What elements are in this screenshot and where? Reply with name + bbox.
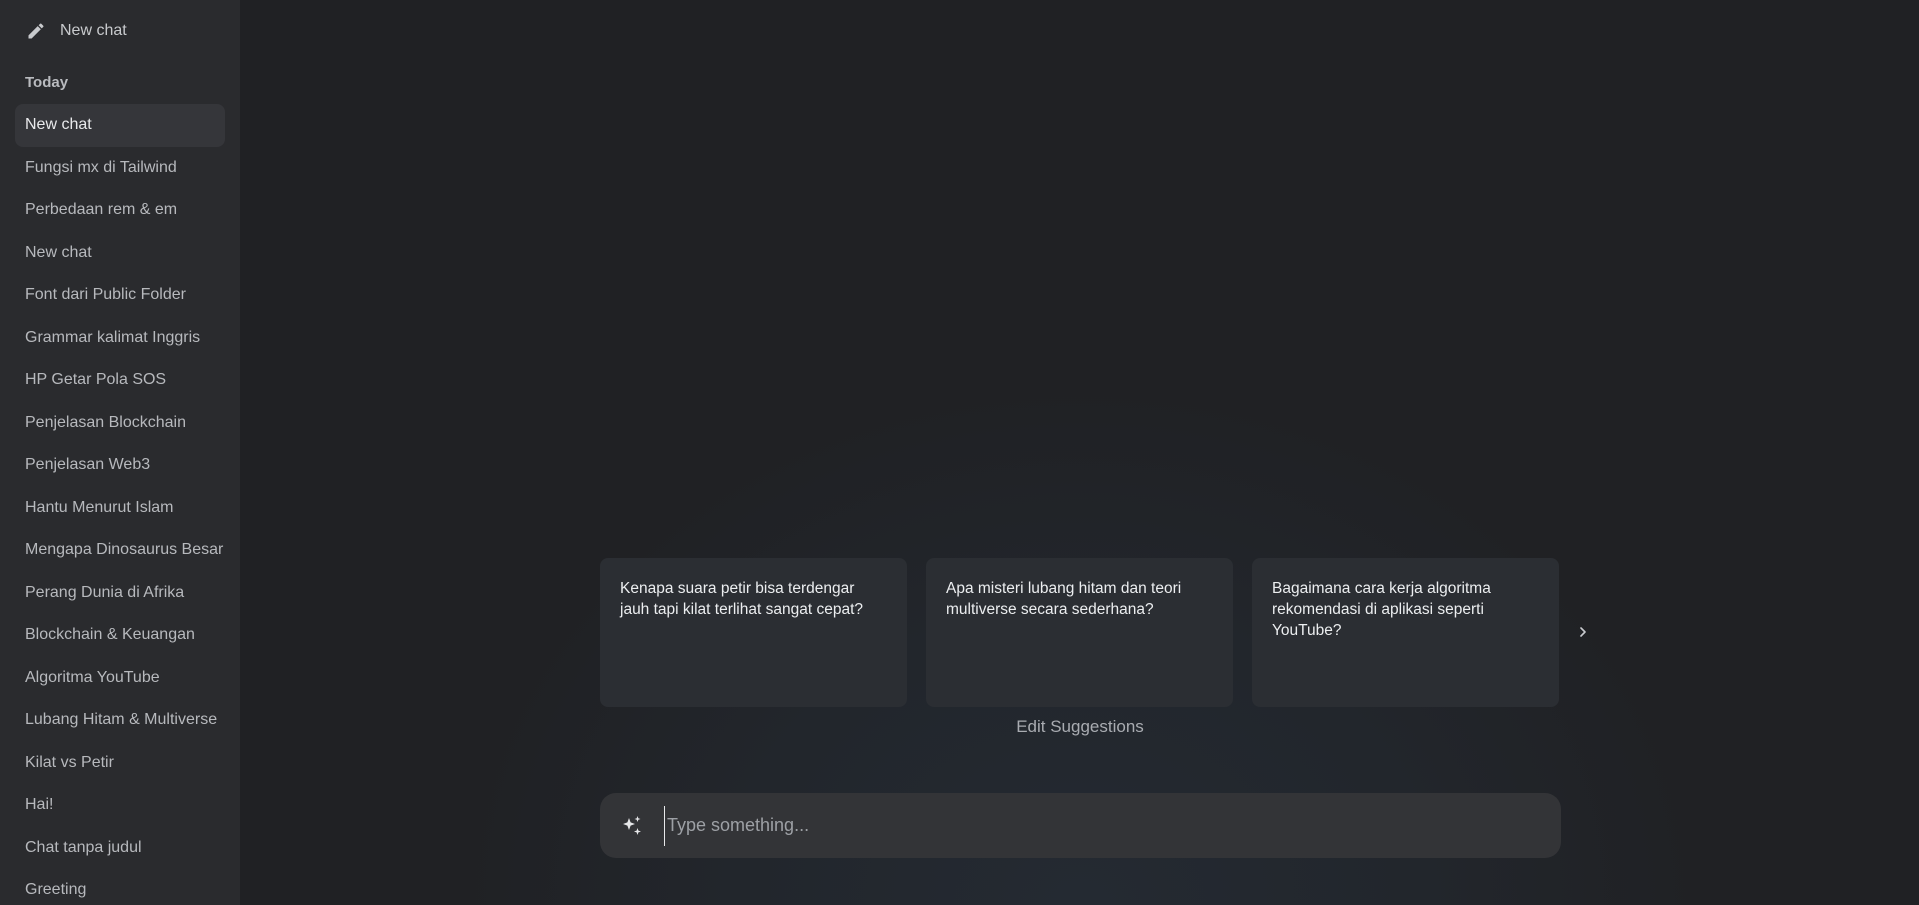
chevron-right-icon [1580, 627, 1586, 637]
suggestion-card[interactable]: Kenapa suara petir bisa terdengar jauh t… [600, 558, 907, 707]
new-chat-button[interactable]: New chat [0, 0, 240, 62]
sidebar-chat-item[interactable]: Blockchain & Keuangan [15, 614, 225, 657]
pencil-icon [28, 23, 44, 39]
sidebar-chat-item-label: Hantu Menurut Islam [25, 498, 174, 516]
main-area: Kenapa suara petir bisa terdengar jauh t… [240, 0, 1919, 905]
sidebar-chat-item-label: Algoritma YouTube [25, 668, 160, 686]
sidebar-chat-item[interactable]: HP Getar Pola SOS [15, 359, 225, 402]
sidebar-chat-item-label: Perang Dunia di Afrika [25, 583, 185, 601]
sidebar-chat-item-label: Blockchain & Keuangan [25, 626, 195, 644]
sidebar-chat-item[interactable]: Algoritma YouTube [15, 657, 225, 700]
suggestion-card[interactable]: Bagaimana cara kerja algoritma rekomenda… [1252, 558, 1559, 707]
sidebar-chat-item-label: Lubang Hitam & Multiverse [25, 711, 218, 729]
sidebar-chat-item-label: Mengapa Dinosaurus Besar [25, 541, 224, 559]
sidebar-chat-item-label: Greeting [25, 881, 87, 899]
sidebar-chat-item-label: New chat [25, 116, 92, 134]
sidebar-chat-item[interactable]: Greeting [15, 869, 225, 905]
sidebar-chat-item-label: Grammar kalimat Inggris [25, 328, 201, 346]
app: New chat Today New chat Fungsi mx di Tail… [0, 0, 1919, 905]
sidebar-chat-item[interactable]: Hai! [15, 784, 225, 827]
sidebar-chat-item[interactable]: New chat [15, 232, 225, 275]
sparkles-icon [623, 815, 641, 835]
sidebar-chat-item-label: New chat [25, 243, 92, 261]
sidebar-chat-item-label: Penjelasan Blockchain [25, 413, 186, 431]
sidebar-chat-item-label: Chat tanpa judul [25, 838, 142, 856]
sidebar-chat-item[interactable]: Kilat vs Petir [15, 742, 225, 785]
section-label-today: Today [25, 74, 69, 91]
sidebar-chat-item[interactable]: Font dari Public Folder [15, 274, 225, 317]
next-suggestions-button[interactable] [1573, 622, 1593, 642]
sidebar-chat-item[interactable]: Chat tanpa judul [15, 827, 225, 870]
suggestion-cards: Kenapa suara petir bisa terdengar jauh t… [600, 558, 1559, 707]
message-input[interactable] [664, 805, 1561, 846]
new-chat-label: New chat [60, 22, 127, 39]
sidebar-chat-item-label: Fungsi mx di Tailwind [25, 158, 177, 176]
sidebar: New chat Today New chat Fungsi mx di Tail… [0, 0, 240, 905]
sidebar-chat-item[interactable]: Fungsi mx di Tailwind [15, 147, 225, 190]
sidebar-chat-item[interactable]: Mengapa Dinosaurus Besar [15, 529, 225, 572]
sidebar-chat-item[interactable]: Penjelasan Blockchain [15, 402, 225, 445]
sidebar-chat-item[interactable]: Hantu Menurut Islam [15, 487, 225, 530]
sidebar-chat-item-label: Hai! [25, 796, 54, 814]
suggestion-card[interactable]: Apa misteri lubang hitam dan teori multi… [926, 558, 1233, 707]
edit-suggestions-button[interactable]: Edit Suggestions [600, 717, 1560, 737]
sidebar-chat-item[interactable]: Penjelasan Web3 [15, 444, 225, 487]
sidebar-chat-item-label: HP Getar Pola SOS [25, 371, 167, 389]
sidebar-chat-item[interactable]: Perang Dunia di Afrika [15, 572, 225, 615]
sidebar-chat-item[interactable]: Grammar kalimat Inggris [15, 317, 225, 360]
composer [600, 793, 1561, 858]
sidebar-chat-item[interactable]: Lubang Hitam & Multiverse [15, 699, 225, 742]
sidebar-chat-item-label: Penjelasan Web3 [25, 456, 151, 474]
sidebar-chat-item-label: Kilat vs Petir [25, 753, 114, 771]
sidebar-chat-item[interactable]: New chat [15, 104, 225, 147]
sidebar-chat-item-label: Perbedaan rem & em [25, 201, 178, 219]
sidebar-chat-item[interactable]: Perbedaan rem & em [15, 189, 225, 232]
sidebar-chat-item-label: Font dari Public Folder [25, 286, 186, 304]
chat-history-list: New chat Fungsi mx di Tailwind Perbedaan r… [0, 104, 240, 905]
